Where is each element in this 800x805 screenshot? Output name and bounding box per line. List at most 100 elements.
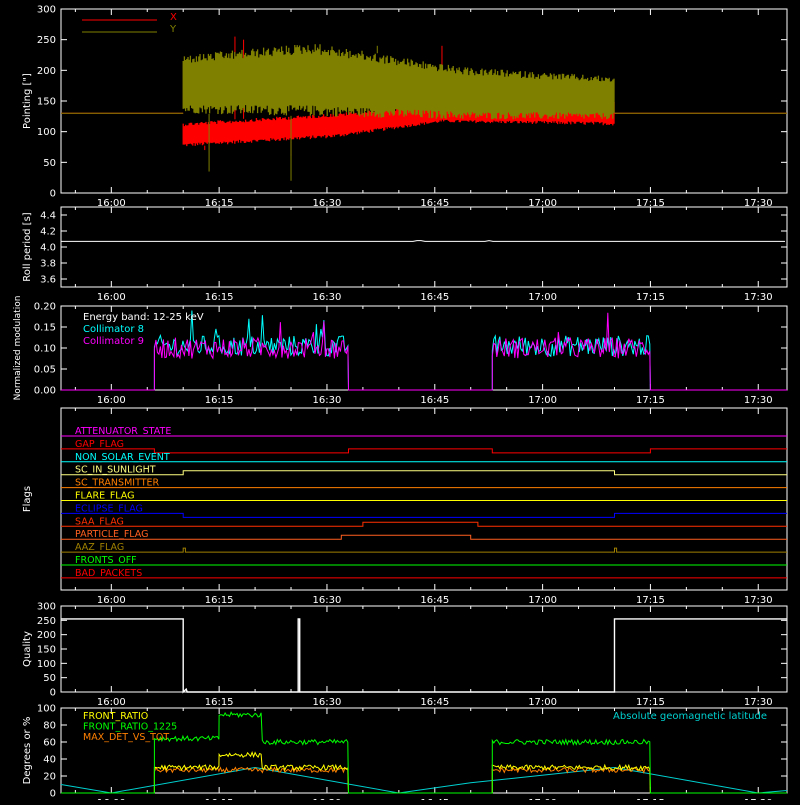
x-tick-label: 17:00 <box>528 292 557 303</box>
y-tick-label: 60 <box>43 738 56 749</box>
y-tick-label: 50 <box>43 158 56 169</box>
x-tick-label: 16:15 <box>205 697 234 708</box>
y-tick-label: 0.15 <box>34 323 56 334</box>
flag-label-sc-transmitter: SC_TRANSMITTER <box>75 478 160 489</box>
legend-label-front-ratio: FRONT_RATIO <box>83 711 148 722</box>
y-tick-label: 150 <box>37 645 56 656</box>
y-tick-label: 200 <box>37 630 56 641</box>
x-tick-label: 16:15 <box>205 595 234 606</box>
x-tick-label: 16:45 <box>420 595 449 606</box>
y-axis-label: Normalized modulation <box>13 296 23 401</box>
y-tick-label: 100 <box>37 659 56 670</box>
x-tick-label: 16:45 <box>420 697 449 708</box>
y-tick-label: 0 <box>50 789 56 800</box>
y-tick-label: 4.4 <box>40 211 56 222</box>
x-tick-label: 16:30 <box>313 395 342 406</box>
plot-stage: 16:00 16:15 16:30 16:45 17:00 17:15 17:30 0 50 10… <box>0 0 800 805</box>
legend-label-max-det-vs-tot: MAX_DET_VS_TOT <box>83 732 169 743</box>
y-tick-label: 4.0 <box>40 243 56 254</box>
x-tick-label: 17:15 <box>636 697 665 708</box>
x-tick-label: 16:30 <box>313 697 342 708</box>
series-front-ratio-line <box>61 750 787 794</box>
legend-title: Energy band: 12-25 keV <box>83 312 204 323</box>
legend-label-front-ratio-1225: FRONT_RATIO_1225 <box>83 722 177 733</box>
x-tick-label: 16:45 <box>420 292 449 303</box>
y-tick-label: 80 <box>43 721 56 732</box>
flag-label-fronts-off: FRONTS_OFF <box>75 555 137 566</box>
flag-label-non-solar-event: NON_SOLAR_EVENT <box>75 452 170 463</box>
latitude-line <box>60 766 788 794</box>
quality-line <box>61 618 787 694</box>
legend-label-collimator: Collimator 9 <box>83 336 144 347</box>
x-tick-label: 16:15 <box>205 292 234 303</box>
y-tick-label: 0.10 <box>34 344 56 355</box>
x-tick-label: 17:00 <box>528 595 557 606</box>
x-tick-label: 16:00 <box>97 697 126 708</box>
y-tick-label: 300 <box>37 5 56 16</box>
flag-line-gap-flag <box>61 448 787 454</box>
y-tick-label: 50 <box>43 673 56 684</box>
legend-label-collimator: Collimator 8 <box>83 324 144 335</box>
y-tick-label: 200 <box>37 66 56 77</box>
y-tick-label: 0.20 <box>34 302 56 313</box>
y-tick-label: 100 <box>37 704 56 715</box>
flag-label-saa-flag: SAA_FLAG <box>75 516 124 527</box>
latitude-annotation: Absolute geomagnetic latitude <box>613 711 767 722</box>
x-tick-label: 17:30 <box>744 395 773 406</box>
flag-label-gap-flag: GAP_FLAG <box>75 439 124 450</box>
y-axis-label: Pointing ["] <box>22 73 33 129</box>
x-tick-label: 16:45 <box>420 395 449 406</box>
y-tick-label: 300 <box>37 602 56 613</box>
flag-label-bad-packets: BAD_PACKETS <box>75 568 142 579</box>
y-tick-label: 20 <box>43 772 56 783</box>
y-tick-label: 3.6 <box>40 275 56 286</box>
flag-label-sc-in-sunlight: SC_IN_SUNLIGHT <box>75 465 156 476</box>
x-tick-label: 17:15 <box>636 595 665 606</box>
rhessi-summary-figure: 16:00 16:15 16:30 16:45 17:00 17:15 17:30 0 50 10… <box>13 5 788 805</box>
x-tick-label: 17:15 <box>636 292 665 303</box>
y-axis-label: Quality <box>22 631 33 667</box>
x-tick-label: 16:00 <box>97 595 126 606</box>
flag-label-attenuator-state: ATTENUATOR_STATE <box>75 426 171 437</box>
x-tick-label: 17:15 <box>636 395 665 406</box>
y-axis-label: Flags <box>22 486 33 512</box>
x-tick-label: 16:00 <box>97 292 126 303</box>
flag-line-particle-flag <box>61 534 787 540</box>
flag-label-flare-flag: FLARE_FLAG <box>75 491 135 502</box>
series-collimator-9-line <box>61 312 787 391</box>
flag-label-eclipse-flag: ECLIPSE_FLAG <box>75 503 143 514</box>
x-tick-label: 17:00 <box>528 697 557 708</box>
panel-frame <box>60 206 788 288</box>
flag-line-eclipse-flag <box>61 512 787 518</box>
y-axis-label: Roll period [s] <box>22 212 33 281</box>
x-tick-label: 17:00 <box>528 395 557 406</box>
roll-period-line <box>61 240 785 242</box>
y-tick-label: 250 <box>37 35 56 46</box>
y-axis-label: Degrees or % <box>22 717 33 785</box>
y-tick-label: 40 <box>43 755 56 766</box>
x-tick-label: 16:30 <box>313 595 342 606</box>
legend-label-y: Y <box>169 24 177 35</box>
x-tick-label: 16:00 <box>97 395 126 406</box>
y-tick-label: 4.2 <box>40 227 56 238</box>
y-tick-label: 250 <box>37 616 56 627</box>
y-tick-label: 100 <box>37 127 56 138</box>
y-tick-label: 0.05 <box>34 365 56 376</box>
x-tick-label: 17:30 <box>744 292 773 303</box>
x-tick-label: 17:30 <box>744 595 773 606</box>
flag-line-saa-flag <box>61 521 787 527</box>
series-y-line <box>182 44 615 120</box>
flag-line-sc-in-sunlight <box>61 470 787 476</box>
x-tick-label: 17:30 <box>744 697 773 708</box>
y-tick-label: 0 <box>50 688 56 699</box>
y-tick-label: 0.00 <box>34 386 56 397</box>
y-tick-label: 0 <box>50 189 56 200</box>
flag-line-aaz-flag <box>61 547 787 553</box>
y-tick-label: 150 <box>37 97 56 108</box>
x-tick-label: 16:30 <box>313 292 342 303</box>
flag-label-aaz-flag: AAZ_FLAG <box>75 542 124 553</box>
flag-label-particle-flag: PARTICLE_FLAG <box>75 529 148 540</box>
y-tick-label: 3.8 <box>40 259 56 270</box>
legend-label-x: X <box>170 12 177 23</box>
x-tick-label: 16:15 <box>205 395 234 406</box>
